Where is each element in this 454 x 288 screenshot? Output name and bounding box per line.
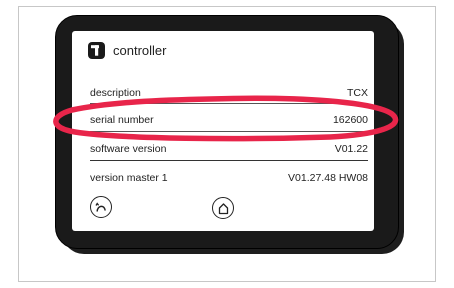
row-version-master-1[interactable]: version master 1 V01.27.48 HW08	[90, 169, 368, 187]
row-divider	[90, 103, 368, 104]
row-label: description	[90, 87, 141, 99]
home-icon	[218, 202, 228, 214]
row-value: V01.22	[334, 143, 368, 155]
row-value: V01.27.48 HW08	[288, 172, 368, 184]
row-divider	[90, 131, 368, 132]
row-value: 162600	[332, 114, 368, 126]
curve-arrow-icon	[95, 202, 106, 212]
row-label: software version	[90, 143, 167, 155]
section-divider	[90, 160, 368, 161]
home-button[interactable]	[212, 197, 234, 219]
t-logo-icon	[88, 42, 105, 59]
controller-screen: controller description TCX serial number…	[72, 31, 374, 231]
screen-header: controller	[88, 42, 166, 59]
row-value: TCX	[347, 87, 368, 99]
row-label: version master 1	[90, 172, 168, 184]
row-description[interactable]: description TCX	[90, 84, 368, 102]
back-button[interactable]	[90, 196, 112, 218]
row-label: serial number	[90, 114, 154, 126]
row-software-version[interactable]: software version V01.22	[90, 140, 368, 158]
screen-title: controller	[113, 43, 167, 58]
row-serial-number[interactable]: serial number 162600	[90, 111, 368, 129]
